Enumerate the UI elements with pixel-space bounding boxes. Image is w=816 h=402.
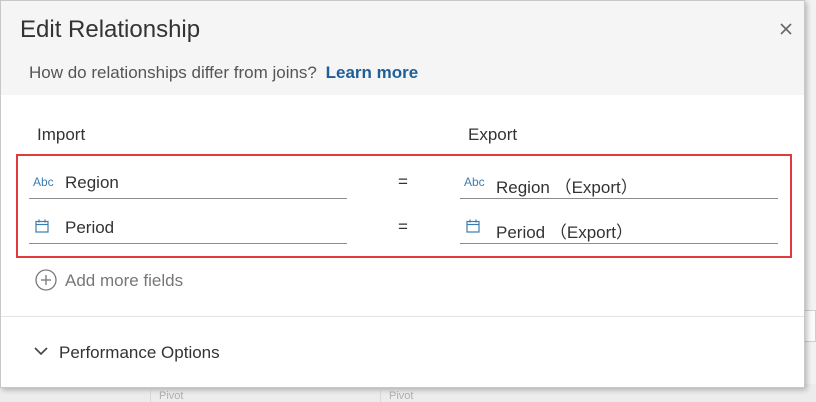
field-name: Period xyxy=(65,218,115,237)
add-more-fields-label: Add more fields xyxy=(65,271,184,290)
column-label-import: Import xyxy=(37,125,86,144)
equals-operator[interactable]: = xyxy=(398,217,408,237)
divider xyxy=(1,316,804,317)
dialog-header: Edit Relationship How do relationships d… xyxy=(1,1,804,95)
left-field-region[interactable]: Abc Region xyxy=(29,165,347,199)
dialog-subtitle: How do relationships differ from joins? … xyxy=(29,63,418,83)
right-field-region[interactable]: Abc Region （Export） xyxy=(460,165,778,199)
subtitle-text: How do relationships differ from joins? xyxy=(29,63,317,82)
text-type-icon: Abc xyxy=(464,175,485,189)
background-cell: Pivot xyxy=(150,390,379,402)
chevron-down-icon xyxy=(34,347,48,356)
field-name: Region xyxy=(65,173,119,192)
calendar-icon xyxy=(35,219,49,233)
right-field-period[interactable]: Period （Export） xyxy=(460,210,778,244)
calendar-icon xyxy=(466,219,480,233)
learn-more-link[interactable]: Learn more xyxy=(326,63,419,82)
field-name: Region （Export） xyxy=(496,178,638,197)
close-button[interactable] xyxy=(776,19,796,39)
performance-options-label: Performance Options xyxy=(59,343,220,362)
edit-relationship-dialog: Edit Relationship How do relationships d… xyxy=(0,0,805,388)
left-field-period[interactable]: Period xyxy=(29,210,347,244)
column-label-export: Export xyxy=(468,125,518,144)
add-circle-icon xyxy=(35,269,57,291)
field-name: Period （Export） xyxy=(496,223,633,242)
dialog-title: Edit Relationship xyxy=(20,16,201,43)
close-icon xyxy=(780,23,792,35)
equals-operator[interactable]: = xyxy=(398,172,408,192)
background-control xyxy=(804,310,816,342)
background-cell: Pivot xyxy=(380,390,609,402)
text-type-icon: Abc xyxy=(33,175,54,189)
